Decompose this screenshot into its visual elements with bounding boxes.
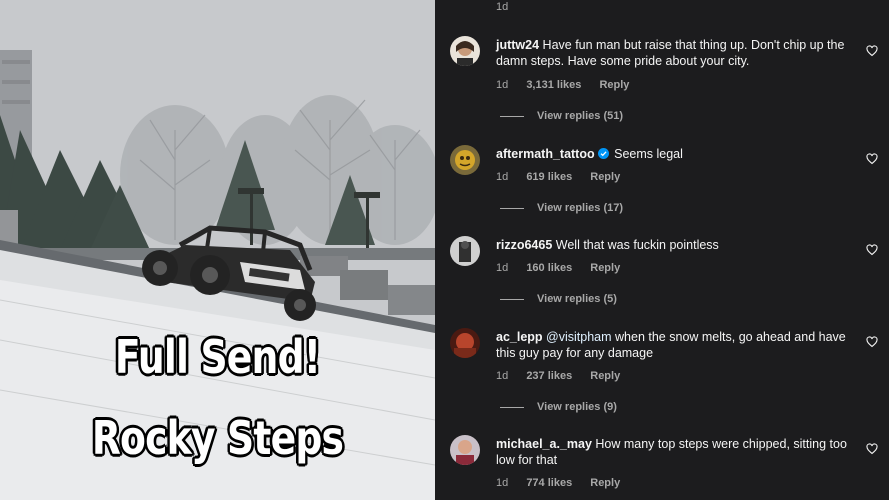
comment-text: Well that was fuckin pointless [555, 238, 719, 252]
comment-meta: 1d 619 likes Reply [496, 171, 635, 183]
comment-meta: 1d 3,131 likes Reply [496, 79, 644, 91]
comment-likes[interactable]: 774 likes [526, 477, 572, 489]
reply-button[interactable]: Reply [590, 477, 620, 489]
view-replies-label: View replies (5) [537, 293, 617, 305]
caption-line-1: Full Send! [114, 330, 321, 384]
avatar[interactable] [450, 36, 480, 66]
comment-meta: 1d 237 likes Reply [496, 370, 635, 382]
comment-body: ac_lepp @visitpham when the snow melts, … [496, 329, 848, 361]
comment-body: juttw24 Have fun man but raise that thin… [496, 37, 848, 69]
like-heart-icon[interactable] [866, 336, 878, 348]
reply-button[interactable]: Reply [590, 171, 620, 183]
like-heart-icon[interactable] [866, 45, 878, 57]
view-replies-label: View replies (51) [537, 110, 624, 122]
comment-time: 1d [496, 171, 509, 183]
comment-likes[interactable]: 619 likes [526, 171, 572, 183]
reply-button[interactable]: Reply [590, 262, 620, 274]
view-replies-button[interactable]: View replies (51) [500, 110, 623, 122]
comment-likes[interactable]: 3,131 likes [526, 79, 581, 91]
replies-divider [500, 207, 524, 209]
avatar[interactable] [450, 145, 480, 175]
like-heart-icon[interactable] [866, 244, 878, 256]
comment-username[interactable]: juttw24 [496, 38, 539, 52]
comment-mention[interactable]: @visitpham [546, 330, 612, 344]
comment-username[interactable]: ac_lepp [496, 330, 543, 344]
view-replies-label: View replies (17) [537, 202, 624, 214]
replies-divider [500, 115, 524, 117]
avatar[interactable] [450, 435, 480, 465]
comment-body: michael_a._may How many top steps were c… [496, 436, 848, 468]
reply-button[interactable]: Reply [590, 370, 620, 382]
avatar[interactable] [450, 328, 480, 358]
replies-divider [500, 406, 524, 408]
comment-body: rizzo6465 Well that was fuckin pointless [496, 237, 848, 253]
comment-body: aftermath_tattoo Seems legal [496, 146, 848, 162]
comment-text: Seems legal [614, 147, 683, 161]
reply-button[interactable]: Reply [599, 79, 629, 91]
comment-username[interactable]: aftermath_tattoo [496, 147, 595, 161]
replies-divider [500, 298, 524, 300]
comments-panel[interactable]: 1d juttw24 Have fun man but raise that t… [435, 0, 889, 500]
comment-text: Have fun man but raise that thing up. Do… [496, 38, 845, 68]
comment-username[interactable]: rizzo6465 [496, 238, 552, 252]
post-media[interactable]: Full Send! Rocky Steps [0, 0, 435, 500]
avatar[interactable] [450, 236, 480, 266]
comment-likes[interactable]: 237 likes [526, 370, 572, 382]
comment-time: 1d [496, 262, 509, 274]
caption-line-2: Rocky Steps [91, 411, 344, 465]
view-replies-button[interactable]: View replies (9) [500, 401, 617, 413]
view-replies-button[interactable]: View replies (5) [500, 293, 617, 305]
comment-time: 1d [496, 477, 509, 489]
view-replies-button[interactable]: View replies (17) [500, 202, 623, 214]
comment-time: 1d [496, 79, 509, 91]
comment-likes[interactable]: 160 likes [526, 262, 572, 274]
like-heart-icon[interactable] [866, 153, 878, 165]
comment-meta: 1d 160 likes Reply [496, 262, 635, 274]
comment-meta: 1d 774 likes Reply [496, 477, 635, 489]
view-replies-label: View replies (9) [537, 401, 617, 413]
like-heart-icon[interactable] [866, 443, 878, 455]
post-viewer: Full Send! Rocky Steps 1d juttw24 Have f… [0, 0, 889, 500]
previous-comment-timestamp: 1d [496, 1, 509, 13]
verified-badge-icon [597, 148, 609, 159]
comment-username[interactable]: michael_a._may [496, 437, 592, 451]
comment-time: 1d [496, 370, 509, 382]
